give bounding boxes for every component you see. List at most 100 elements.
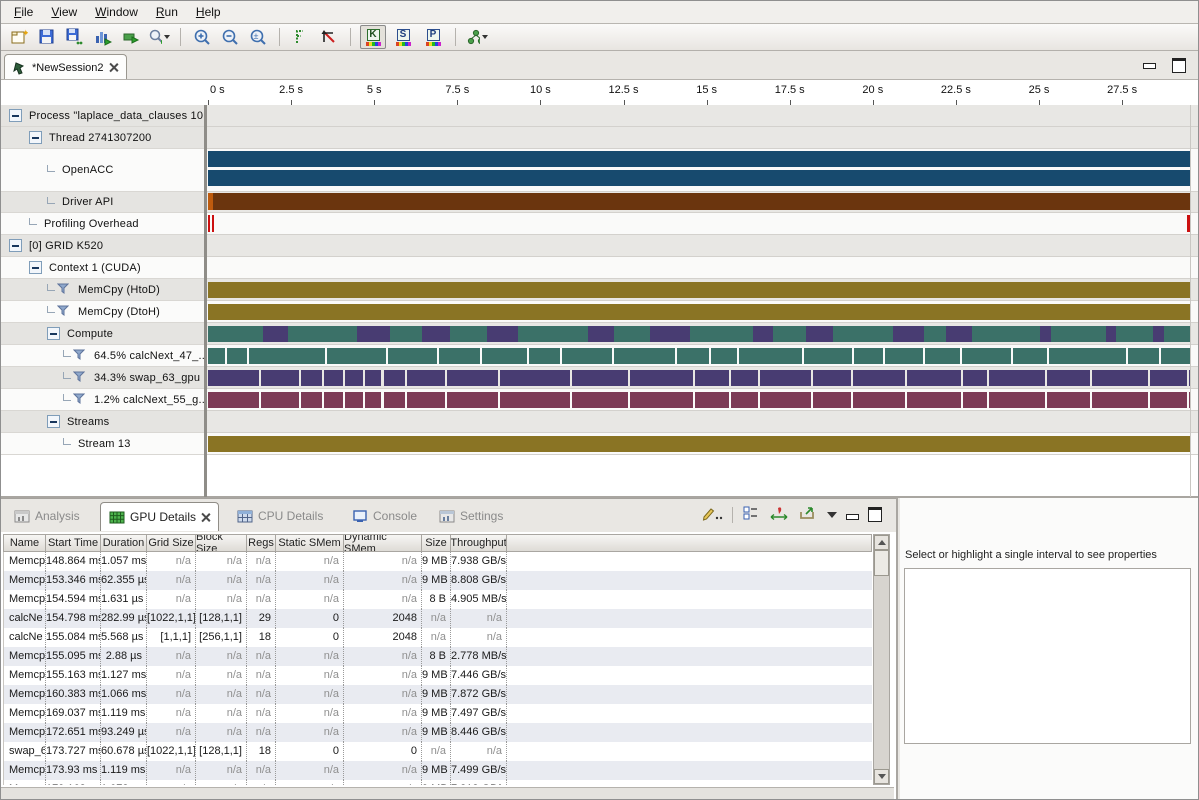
timeline-bar-segment[interactable] [893,326,924,342]
timeline-bar-segment[interactable] [324,370,343,386]
timeline-bar-segment[interactable] [962,348,1011,364]
timeline-bar-segment[interactable] [324,392,343,408]
timeline-bar-segment[interactable] [562,348,612,364]
table-row[interactable]: Memcp148.864 ms1.057 msn/an/an/an/an/a9 … [4,552,872,571]
tree-item[interactable]: Context 1 (CUDA) [1,257,204,279]
export-icon[interactable] [798,505,818,524]
timeline-track[interactable] [204,105,1199,127]
tree-item[interactable]: OpenACC [1,149,204,192]
timeline-bar-segment[interactable] [1150,370,1187,386]
timeline-bar-segment[interactable] [1049,348,1126,364]
timeline-bar-segment[interactable] [695,392,729,408]
filter-icon[interactable] [73,371,85,385]
timeline-track[interactable] [204,389,1199,411]
tab-console[interactable]: Console [344,502,425,530]
menu-file[interactable]: File [5,2,42,22]
timeline-bar-segment[interactable] [482,348,527,364]
timeline-bar-segment[interactable] [753,326,773,342]
mark-timeline-icon[interactable] [289,25,313,49]
menu-help[interactable]: Help [187,2,230,22]
timeline-bar-segment[interactable] [760,370,811,386]
tree-item[interactable]: Streams [1,411,204,433]
timeline-bar-segment[interactable] [390,326,422,342]
timeline-bar-segment[interactable] [388,348,436,364]
timeline-bar-segment[interactable] [263,326,288,342]
table-row[interactable]: Memcp179.163 ms1.073 msn/an/an/an/an/a9 … [4,780,872,785]
tab-analysis[interactable]: Analysis [6,502,88,530]
timeline-bar-segment[interactable] [227,348,247,364]
zoom-out-icon[interactable] [218,25,242,49]
tab-gpu-details[interactable]: GPU Details [100,502,219,531]
timeline-bar-segment[interactable] [773,326,806,342]
timeline-bar-segment[interactable] [924,326,946,342]
reset-marks-icon[interactable] [317,25,341,49]
column-header-size[interactable]: Size [422,535,451,551]
timeline-track[interactable] [204,257,1199,279]
timeline-bar-segment[interactable] [407,392,445,408]
tab-settings[interactable]: Settings [431,502,511,530]
table-row[interactable]: Memcp153.346 ms62.355 µsn/an/an/an/an/a9… [4,571,872,590]
table-row[interactable]: Memcp172.651 ms93.249 µsn/an/an/an/an/a9… [4,723,872,742]
collapse-icon[interactable] [9,239,22,252]
view-menu-icon[interactable] [827,512,837,518]
timeline-bar-segment[interactable] [208,392,259,408]
timeline-bar-segment[interactable] [447,392,498,408]
scroll-down-icon[interactable] [874,769,889,784]
timeline-bar-segment[interactable] [1040,326,1051,342]
timeline-bar-segment[interactable] [1106,326,1116,342]
timeline-bar-segment[interactable] [1164,326,1190,342]
tree-timeline-splitter[interactable] [204,105,207,497]
timeline-track[interactable] [204,411,1199,433]
column-header-dynamic-smem[interactable]: Dynamic SMem [344,535,422,551]
timeline-bar-segment[interactable] [529,348,560,364]
timeline-bar-segment[interactable] [450,326,487,342]
tree-item[interactable]: Driver API [1,192,204,213]
timeline-bar-segment[interactable] [650,326,691,342]
timeline-track[interactable] [204,235,1199,257]
filter-icon[interactable] [73,393,85,407]
timeline-bar-segment[interactable] [208,282,1190,298]
timeline-track[interactable] [204,127,1199,149]
timeline-bar-segment[interactable] [677,348,709,364]
timeline-bar-segment[interactable] [447,370,498,386]
timeline-bar-segment[interactable] [439,348,480,364]
search-zoom-icon[interactable] [147,25,171,49]
timeline-bar-segment[interactable] [760,392,811,408]
tree-item[interactable]: MemCpy (DtoH) [1,301,204,323]
table-row[interactable]: Memcp155.163 ms1.127 msn/an/an/an/an/a9 … [4,666,872,685]
timeline-bar-segment[interactable] [1150,392,1187,408]
timeline-bar-segment[interactable] [989,370,1045,386]
edit-pen-icon[interactable] [701,505,723,524]
timeline-track[interactable] [204,323,1199,345]
table-row[interactable]: calcNe155.084 ms5.568 µs[1,1,1][256,1,1]… [4,628,872,647]
table-row[interactable]: Memcp173.93 ms1.119 msn/an/an/an/an/a9 M… [4,761,872,780]
table-row[interactable]: swap_6173.727 ms60.678 µs[1022,1,1][128,… [4,742,872,761]
table-row[interactable]: calcNe154.798 ms282.99 µs[1022,1,1][128,… [4,609,872,628]
timeline-bar-segment[interactable] [853,392,905,408]
save-icon[interactable] [35,25,59,49]
timeline-bar-segment[interactable] [946,326,972,342]
timeline-track[interactable] [204,345,1199,367]
session-tab[interactable]: *NewSession2 [4,54,127,80]
timeline-bar-segment[interactable] [1051,326,1106,342]
tree-item[interactable]: 34.3% swap_63_gpu [1,367,204,389]
timeline-bar-segment[interactable] [833,326,893,342]
timeline-bar-segment[interactable] [345,392,363,408]
maximize-icon[interactable] [868,507,882,522]
timeline-bar-segment[interactable] [854,348,882,364]
timeline-track[interactable] [204,192,1199,213]
timeline-bar-segment[interactable] [208,170,1190,186]
kernel-colors-button[interactable]: K [360,25,386,49]
timeline-bar-segment[interactable] [1092,370,1149,386]
timeline-bar-segment[interactable] [711,348,737,364]
timeline-bar-segment[interactable] [345,370,363,386]
tree-item[interactable]: Profiling Overhead [1,213,204,235]
timeline-bar-segment[interactable] [301,392,321,408]
column-header-throughput[interactable]: Throughput [451,535,507,551]
tree-item[interactable]: 1.2% calcNext_55_g... [1,389,204,411]
table-row[interactable]: Memcp154.594 ms1.631 µsn/an/an/an/an/a8 … [4,590,872,609]
timeline-bar-segment[interactable] [630,370,693,386]
timeline-bar-segment[interactable] [288,326,357,342]
timeline-track[interactable] [204,279,1199,301]
table-header[interactable]: NameStart TimeDurationGrid SizeBlock Siz… [3,534,872,552]
